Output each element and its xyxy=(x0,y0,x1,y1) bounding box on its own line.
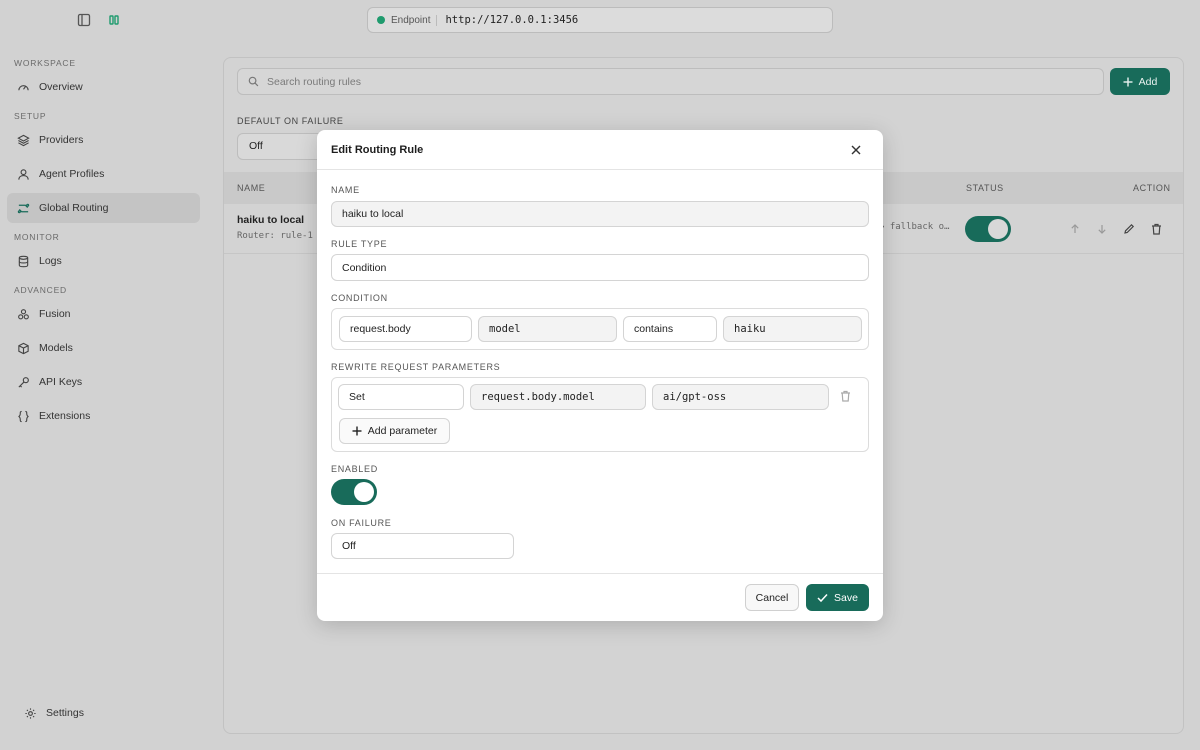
row-actions xyxy=(1068,222,1163,236)
panel-icon[interactable] xyxy=(106,12,122,28)
search-input[interactable]: Search routing rules xyxy=(237,68,1104,95)
sidebar-item-label: Providers xyxy=(39,134,84,146)
column-header-status: STATUS xyxy=(966,183,1004,193)
edit-icon[interactable] xyxy=(1122,222,1136,236)
cancel-button[interactable]: Cancel xyxy=(745,584,799,611)
endpoint-label: Endpoint xyxy=(391,14,438,26)
rule-type-select[interactable]: Condition xyxy=(331,254,869,281)
rule-router: Router: rule-1 xyxy=(237,231,313,241)
save-button-label: Save xyxy=(834,591,858,604)
edit-routing-rule-dialog: Edit Routing Rule NAME haiku to local RU… xyxy=(317,130,883,621)
gear-icon xyxy=(25,707,36,719)
endpoint-bar[interactable]: Endpoint http://127.0.0.1:3456 xyxy=(367,7,833,33)
sidebar-toggle-icon[interactable] xyxy=(76,12,92,28)
rewrite-action-select[interactable]: Set xyxy=(338,384,464,410)
sidebar-item-label: Global Routing xyxy=(39,202,109,214)
sidebar-item-settings[interactable]: Settings xyxy=(14,698,84,728)
status-toggle[interactable] xyxy=(965,216,1011,242)
add-parameter-button[interactable]: Add parameter xyxy=(339,418,450,444)
on-failure-select[interactable]: Off xyxy=(331,533,514,559)
rewrite-path-input[interactable]: request.body.model xyxy=(470,384,646,410)
key-icon xyxy=(18,376,29,388)
enabled-toggle[interactable] xyxy=(331,479,377,505)
gauge-icon xyxy=(18,84,29,90)
close-icon[interactable] xyxy=(849,143,863,157)
arrow-down-icon[interactable] xyxy=(1095,222,1109,236)
condition-source-select[interactable]: request.body xyxy=(339,316,472,342)
sidebar-item-label: Overview xyxy=(39,81,83,93)
save-button[interactable]: Save xyxy=(806,584,869,611)
sidebar-section-title: SETUP xyxy=(14,111,47,121)
sidebar: WORKSPACE Overview SETUP Providers Agent… xyxy=(0,48,214,750)
topbar-icons xyxy=(76,12,122,28)
arrow-up-icon[interactable] xyxy=(1068,222,1082,236)
rule-name: haiku to local xyxy=(237,214,305,226)
name-field[interactable]: haiku to local xyxy=(331,201,869,227)
sidebar-item-global-routing[interactable]: Global Routing xyxy=(7,193,200,223)
sidebar-item-extensions[interactable]: Extensions xyxy=(7,401,200,431)
enabled-label: ENABLED xyxy=(331,464,378,474)
add-parameter-label: Add parameter xyxy=(367,425,438,437)
toggle-knob xyxy=(988,219,1008,239)
dialog-title: Edit Routing Rule xyxy=(331,143,424,156)
sidebar-item-models[interactable]: Models xyxy=(7,333,200,363)
sidebar-item-overview[interactable]: Overview xyxy=(7,72,200,102)
trash-icon[interactable] xyxy=(838,389,852,403)
sidebar-section-title: ADVANCED xyxy=(14,285,68,295)
sidebar-item-label: API Keys xyxy=(39,376,83,388)
status-dot-icon xyxy=(377,16,385,24)
sidebar-item-label: Settings xyxy=(46,707,84,719)
braces-icon xyxy=(18,410,29,422)
search-placeholder: Search routing rules xyxy=(267,75,361,88)
search-icon xyxy=(248,76,259,87)
layers-icon xyxy=(17,134,30,146)
dialog-header: Edit Routing Rule xyxy=(317,130,883,170)
condition-value-input[interactable]: haiku xyxy=(723,316,862,342)
sidebar-section-title: WORKSPACE xyxy=(14,58,76,68)
toggle-knob xyxy=(354,482,374,502)
endpoint-url: http://127.0.0.1:3456 xyxy=(445,14,579,26)
database-icon xyxy=(18,255,29,267)
sidebar-item-logs[interactable]: Logs xyxy=(7,246,200,276)
plus-icon xyxy=(1123,77,1133,86)
rewrite-label: REWRITE REQUEST PARAMETERS xyxy=(331,362,501,372)
sidebar-item-label: Models xyxy=(39,342,73,354)
sidebar-item-api-keys[interactable]: API Keys xyxy=(7,367,200,397)
routing-icon xyxy=(17,203,30,213)
condition-operator-select[interactable]: contains xyxy=(623,316,717,342)
sidebar-item-label: Logs xyxy=(39,255,62,267)
dialog-footer: Cancel Save xyxy=(317,573,883,621)
rule-summary: → fallback o… xyxy=(879,222,950,232)
sidebar-item-label: Agent Profiles xyxy=(39,168,105,180)
check-icon xyxy=(817,593,828,602)
rule-type-label: RULE TYPE xyxy=(331,239,388,249)
sidebar-item-label: Extensions xyxy=(39,410,91,422)
fusion-icon xyxy=(18,308,29,319)
default-on-failure-label: DEFAULT ON FAILURE xyxy=(237,116,344,126)
sidebar-item-providers[interactable]: Providers xyxy=(7,125,200,155)
sidebar-section-title: MONITOR xyxy=(14,232,60,242)
condition-field-input[interactable]: model xyxy=(478,316,617,342)
sidebar-item-fusion[interactable]: Fusion xyxy=(7,299,200,329)
column-header-action: ACTION xyxy=(1133,183,1171,193)
condition-label: CONDITION xyxy=(331,293,388,303)
name-label: NAME xyxy=(331,185,360,195)
column-header-name: NAME xyxy=(237,183,266,193)
trash-icon[interactable] xyxy=(1149,222,1163,236)
user-icon xyxy=(18,168,29,180)
sidebar-item-label: Fusion xyxy=(39,308,71,320)
rewrite-value-input[interactable]: ai/gpt-oss xyxy=(652,384,829,410)
add-button[interactable]: Add xyxy=(1110,68,1170,95)
plus-icon xyxy=(352,426,362,436)
on-failure-label: ON FAILURE xyxy=(331,518,392,528)
add-button-label: Add xyxy=(1138,75,1158,88)
cube-icon xyxy=(18,342,29,354)
sidebar-item-agent-profiles[interactable]: Agent Profiles xyxy=(7,159,200,189)
